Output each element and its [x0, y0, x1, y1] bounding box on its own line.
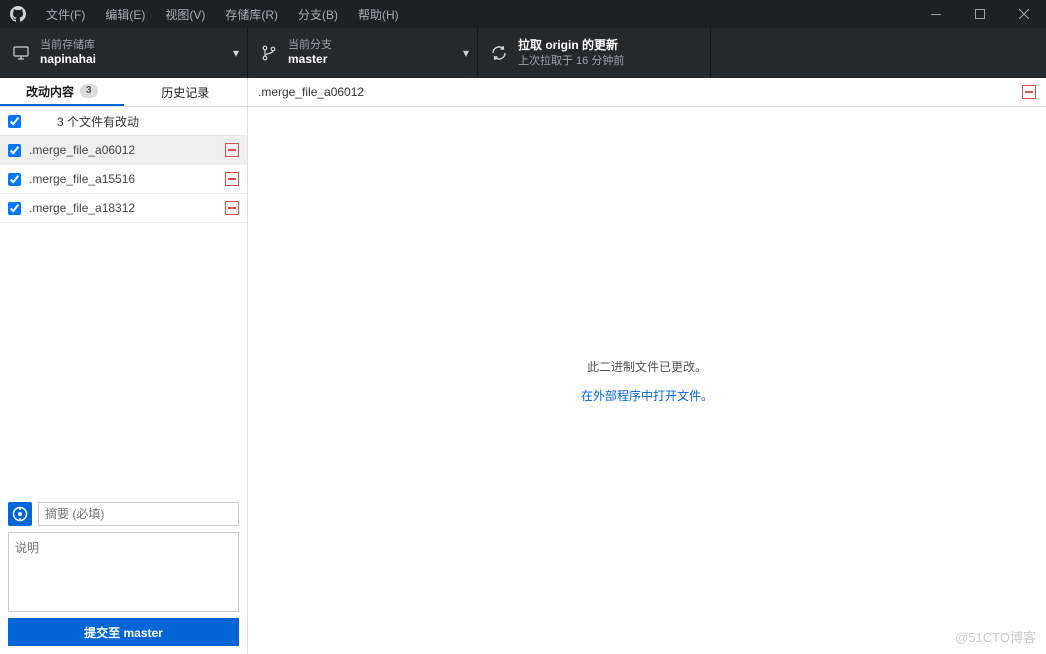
chevron-down-icon: ▾: [463, 46, 469, 60]
changes-summary-row: 3 个文件有改动: [0, 107, 247, 136]
tab-history-label: 历史记录: [161, 84, 209, 101]
file-checkbox[interactable]: [8, 173, 21, 186]
window-controls: [914, 0, 1046, 28]
close-button[interactable]: [1002, 0, 1046, 28]
file-name: .merge_file_a06012: [29, 143, 225, 157]
file-list: .merge_file_a06012 .merge_file_a15516 .m…: [0, 136, 247, 223]
binary-file-message: 此二进制文件已更改。: [587, 358, 707, 375]
select-all-checkbox[interactable]: [8, 115, 21, 128]
sidebar-tabs: 改动内容 3 历史记录: [0, 78, 247, 107]
desktop-icon: [12, 46, 30, 60]
menu-edit[interactable]: 编辑(E): [95, 0, 155, 28]
menu-bar: 文件(F) 编辑(E) 视图(V) 存储库(R) 分支(B) 帮助(H): [36, 0, 409, 28]
commit-button[interactable]: 提交至 master: [8, 618, 239, 646]
summary-input[interactable]: [38, 502, 239, 526]
tab-changes[interactable]: 改动内容 3: [0, 78, 124, 106]
menu-repo[interactable]: 存储库(R): [215, 0, 288, 28]
repo-label: 当前存储库: [40, 38, 96, 52]
file-checkbox[interactable]: [8, 202, 21, 215]
file-row[interactable]: .merge_file_a15516: [0, 165, 247, 194]
watermark: @51CTO博客: [955, 627, 1036, 646]
changes-summary-text: 3 个文件有改动: [57, 113, 139, 130]
diff-removed-icon: [225, 201, 239, 215]
toolbar: 当前存储库 napinahai ▾ 当前分支 master ▾ 拉取 origi…: [0, 28, 1046, 78]
open-external-link[interactable]: 在外部程序中打开文件。: [581, 387, 713, 404]
diff-removed-icon: [225, 172, 239, 186]
tab-history[interactable]: 历史记录: [124, 78, 248, 106]
main-panel: .merge_file_a06012 此二进制文件已更改。 在外部程序中打开文件…: [248, 78, 1046, 654]
diff-file-name: .merge_file_a06012: [258, 85, 364, 99]
file-name: .merge_file_a18312: [29, 201, 225, 215]
maximize-button[interactable]: [958, 0, 1002, 28]
file-name: .merge_file_a15516: [29, 172, 225, 186]
file-checkbox[interactable]: [8, 144, 21, 157]
repo-selector[interactable]: 当前存储库 napinahai ▾: [0, 28, 248, 78]
fetch-sublabel: 上次拉取于 16 分钟前: [518, 54, 624, 68]
file-row[interactable]: .merge_file_a18312: [0, 194, 247, 223]
changes-count-badge: 3: [80, 84, 98, 98]
branch-icon: [260, 45, 278, 61]
menu-branch[interactable]: 分支(B): [288, 0, 348, 28]
branch-label: 当前分支: [288, 38, 332, 52]
fetch-label: 拉取 origin 的更新: [518, 38, 624, 54]
titlebar: 文件(F) 编辑(E) 视图(V) 存储库(R) 分支(B) 帮助(H): [0, 0, 1046, 28]
diff-view: 此二进制文件已更改。 在外部程序中打开文件。: [248, 107, 1046, 654]
fetch-button[interactable]: 拉取 origin 的更新 上次拉取于 16 分钟前: [478, 28, 711, 78]
sync-icon: [490, 45, 508, 61]
file-row[interactable]: .merge_file_a06012: [0, 136, 247, 165]
branch-selector[interactable]: 当前分支 master ▾: [248, 28, 478, 78]
minimize-button[interactable]: [914, 0, 958, 28]
sidebar: 改动内容 3 历史记录 3 个文件有改动 .merge_file_a06012 …: [0, 78, 248, 654]
diff-removed-icon: [1022, 85, 1036, 99]
avatar: [8, 502, 32, 526]
chevron-down-icon: ▾: [233, 46, 239, 60]
branch-name: master: [288, 52, 332, 68]
menu-view[interactable]: 视图(V): [155, 0, 215, 28]
tab-changes-label: 改动内容: [26, 83, 74, 100]
commit-form: 提交至 master: [0, 494, 247, 654]
repo-name: napinahai: [40, 52, 96, 68]
menu-file[interactable]: 文件(F): [36, 0, 95, 28]
github-logo-icon: [0, 6, 36, 22]
diff-removed-icon: [225, 143, 239, 157]
diff-file-header: .merge_file_a06012: [248, 78, 1046, 107]
menu-help[interactable]: 帮助(H): [348, 0, 409, 28]
description-input[interactable]: [8, 532, 239, 612]
